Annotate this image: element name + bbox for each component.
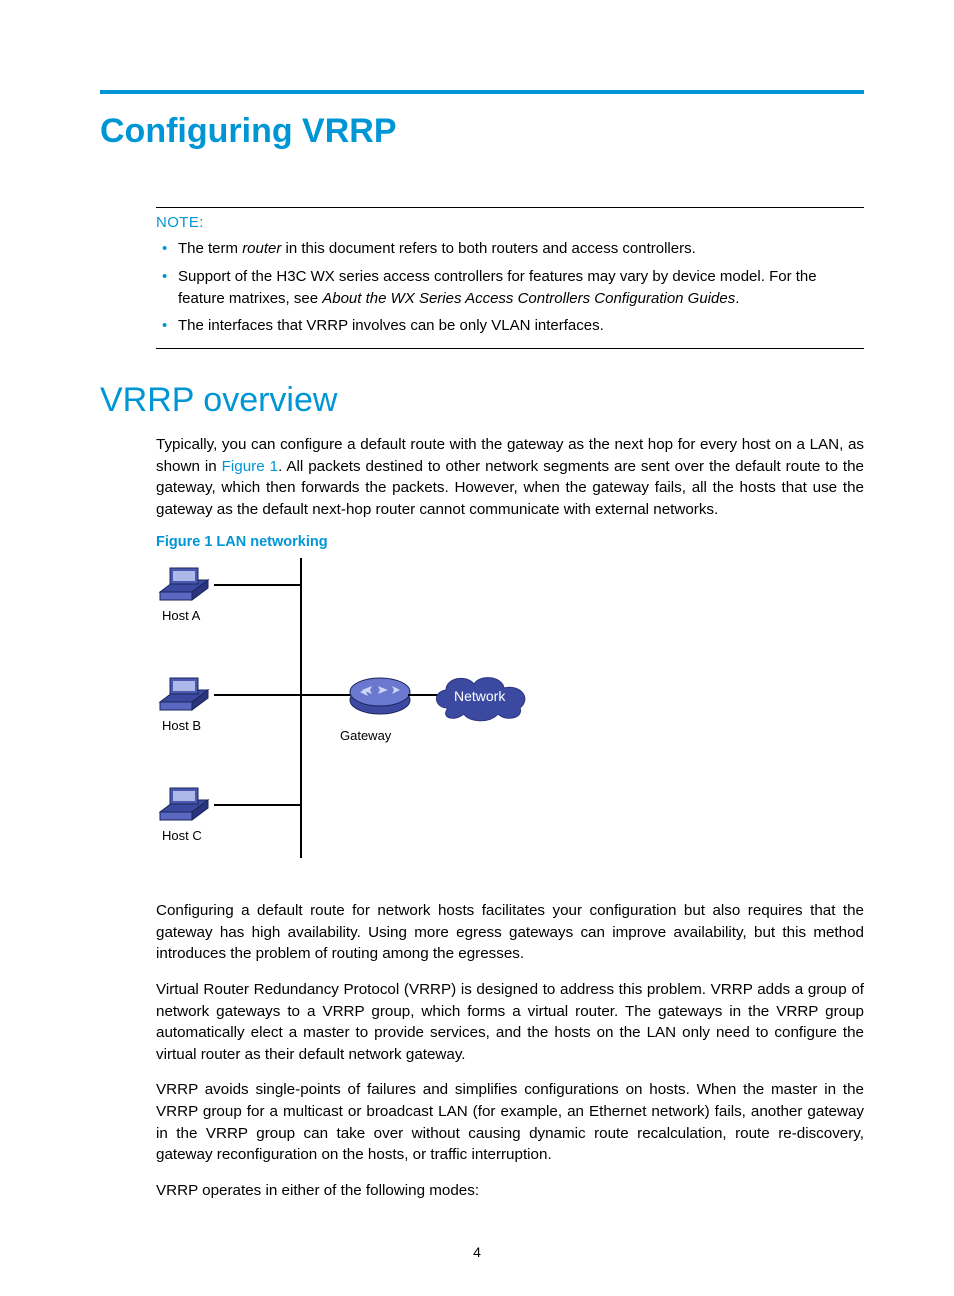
note-list: The term router in this document refers … bbox=[156, 235, 864, 340]
text: The term bbox=[178, 240, 242, 257]
connector bbox=[214, 694, 302, 696]
page-number: 4 bbox=[0, 1244, 954, 1260]
computer-icon bbox=[156, 564, 202, 604]
computer-icon bbox=[156, 784, 202, 824]
connector bbox=[214, 584, 302, 586]
connector bbox=[214, 804, 302, 806]
router-icon bbox=[348, 668, 412, 725]
paragraph: Typically, you can configure a default r… bbox=[156, 434, 864, 520]
note-box: NOTE: The term router in this document r… bbox=[156, 207, 864, 349]
paragraph: Virtual Router Redundancy Protocol (VRRP… bbox=[156, 979, 864, 1065]
host-c-label: Host C bbox=[162, 828, 202, 843]
italic-term: router bbox=[242, 240, 281, 257]
host-c: Host C bbox=[156, 784, 202, 824]
note-item: The term router in this document refers … bbox=[178, 235, 864, 263]
network-label: Network bbox=[454, 688, 505, 704]
host-a: Host A bbox=[156, 564, 202, 604]
host-b: Host B bbox=[156, 674, 202, 714]
paragraph: VRRP avoids single-points of failures an… bbox=[156, 1079, 864, 1165]
figure-caption: Figure 1 LAN networking bbox=[156, 534, 864, 550]
lan-diagram: Host A Host B bbox=[156, 556, 546, 866]
figure-link[interactable]: Figure 1 bbox=[222, 458, 278, 475]
note-item: Support of the H3C WX series access cont… bbox=[178, 263, 864, 313]
page-title: Configuring VRRP bbox=[100, 112, 864, 151]
paragraph: VRRP operates in either of the following… bbox=[156, 1180, 864, 1202]
section-heading: VRRP overview bbox=[100, 381, 864, 420]
computer-icon bbox=[156, 674, 202, 714]
text: in this document refers to both routers … bbox=[281, 240, 695, 257]
paragraph: Configuring a default route for network … bbox=[156, 900, 864, 965]
host-b-label: Host B bbox=[162, 718, 201, 733]
top-rule bbox=[100, 90, 864, 94]
bus-line bbox=[300, 558, 302, 858]
note-item: The interfaces that VRRP involves can be… bbox=[178, 312, 864, 340]
text: . bbox=[735, 290, 739, 307]
italic-term: About the WX Series Access Controllers C… bbox=[322, 290, 735, 307]
note-label: NOTE: bbox=[156, 214, 864, 231]
text: The interfaces that VRRP involves can be… bbox=[178, 317, 604, 334]
gateway-label: Gateway bbox=[340, 728, 391, 743]
host-a-label: Host A bbox=[162, 608, 200, 623]
